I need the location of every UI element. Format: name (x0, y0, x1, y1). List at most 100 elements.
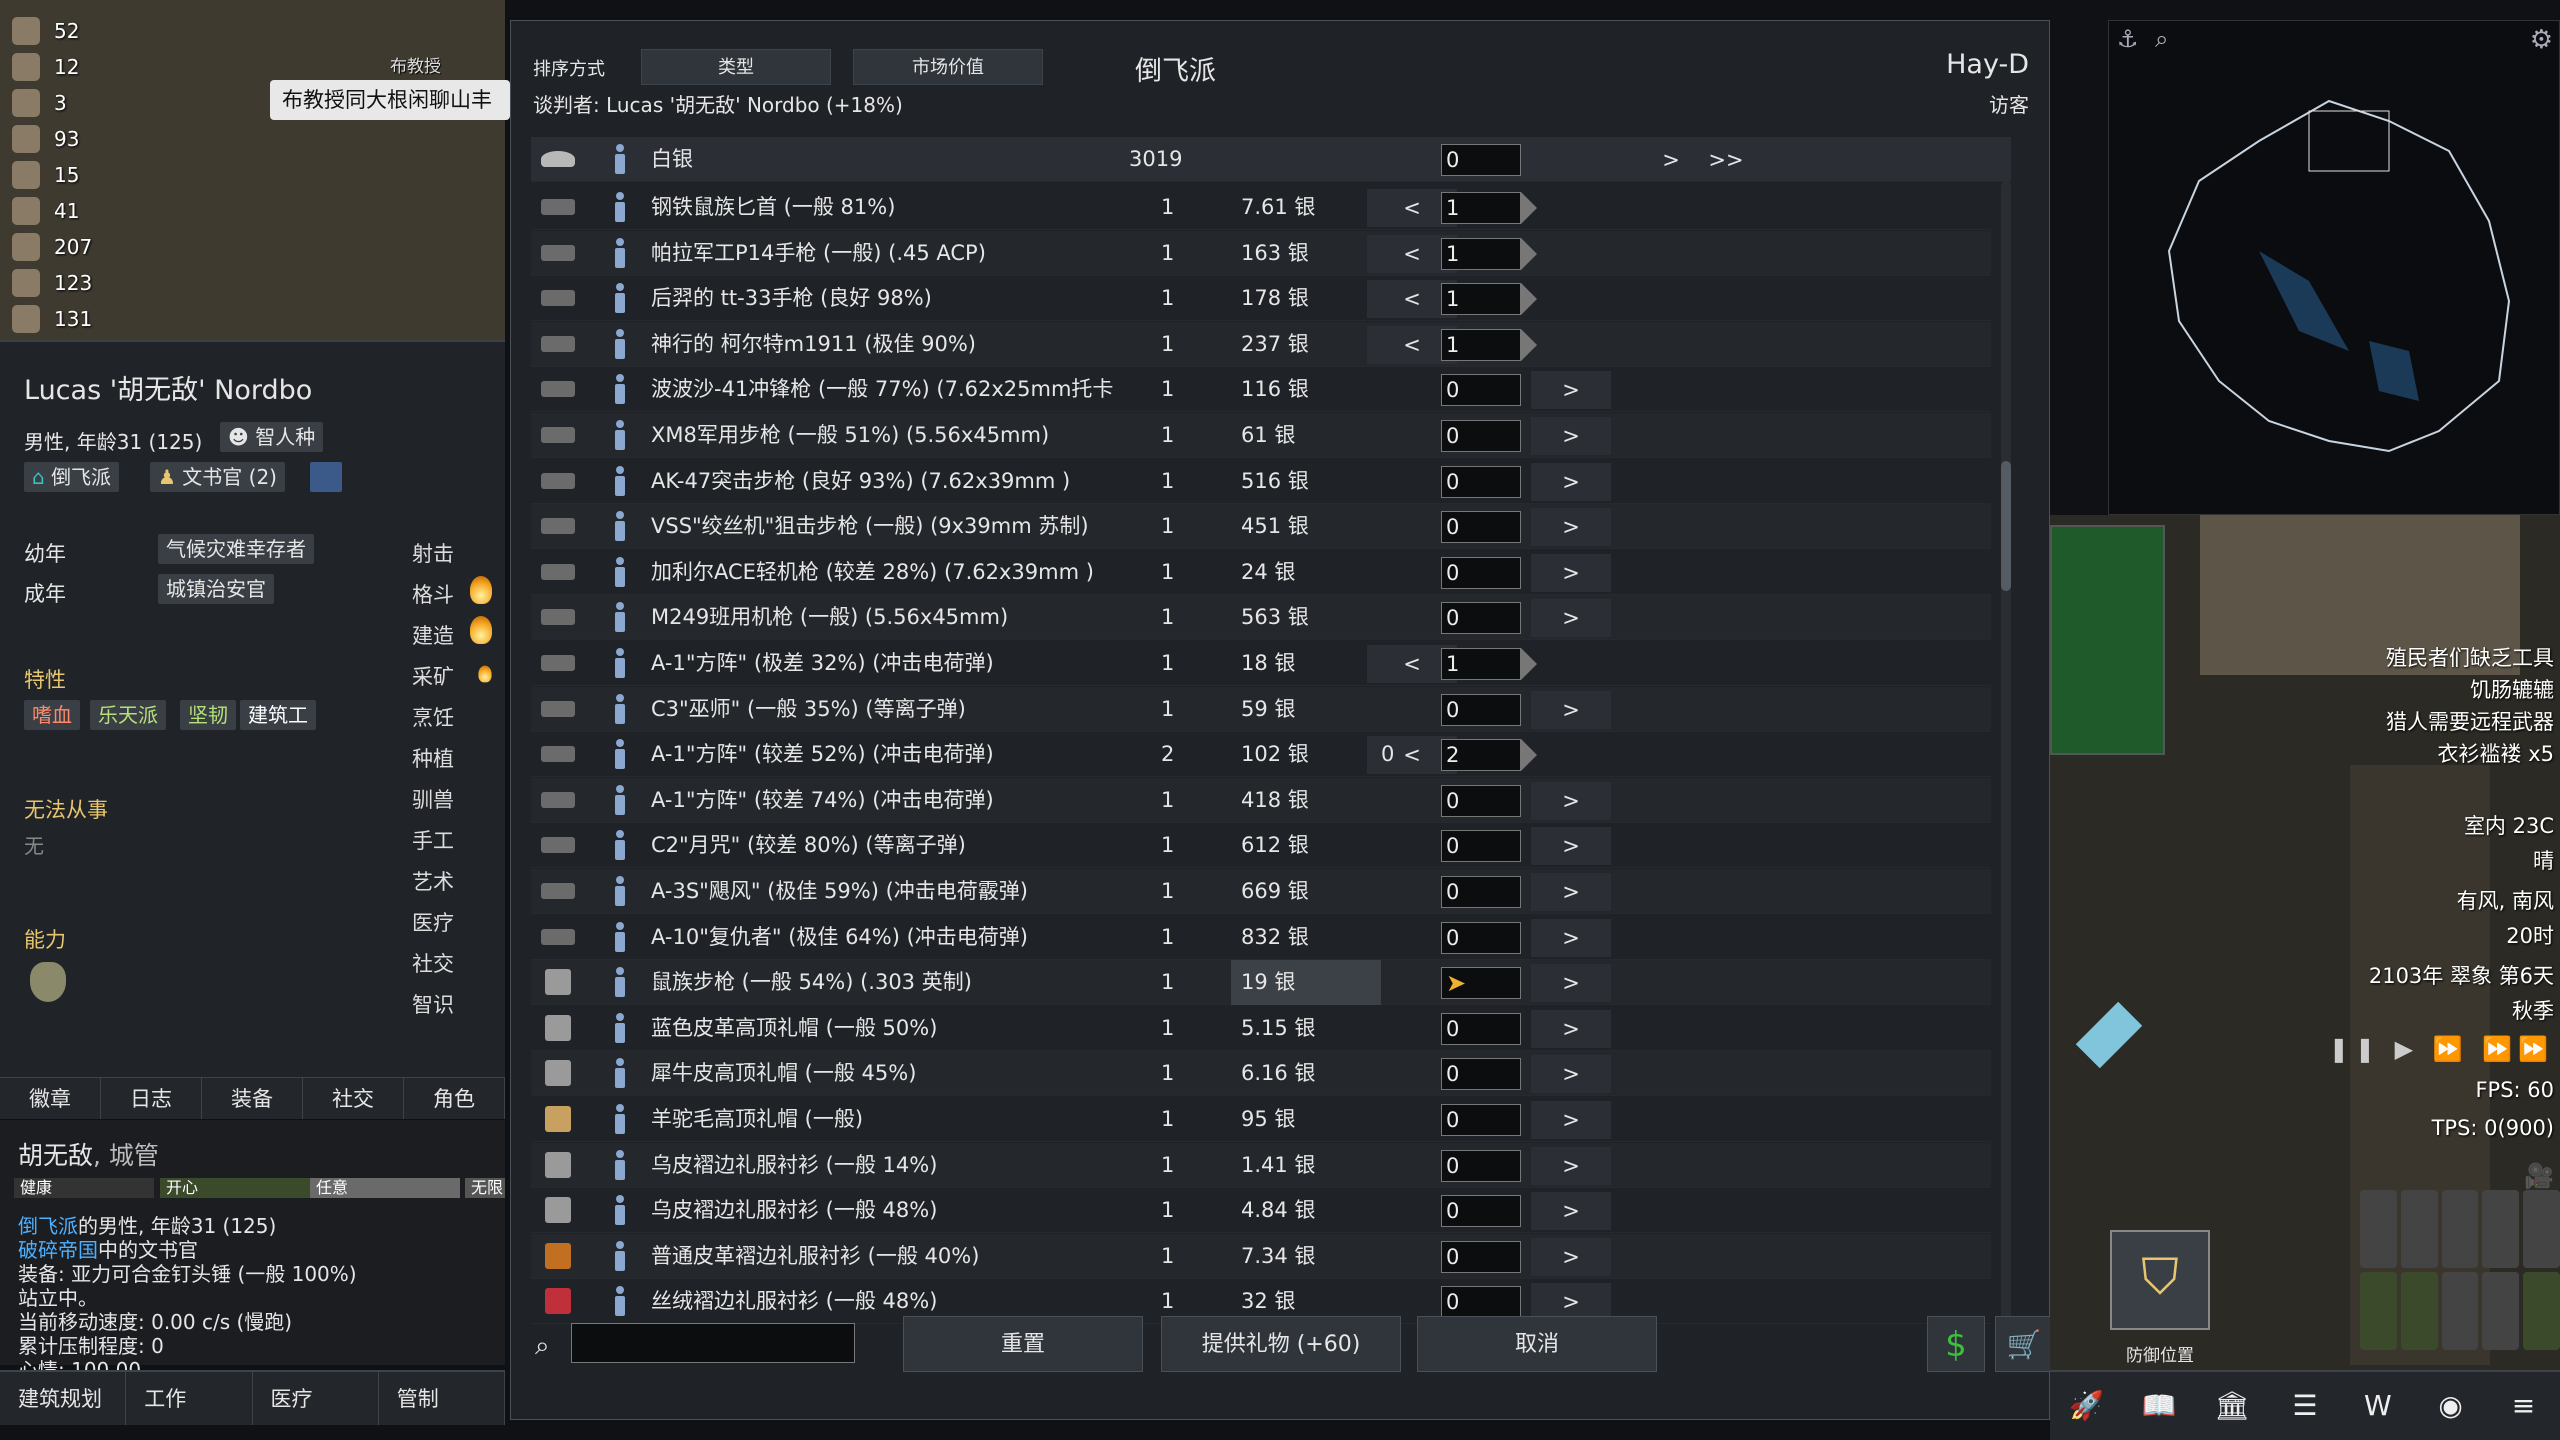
alert-item[interactable]: 衣衫褴褛 x5 (2438, 738, 2554, 768)
trade-qty-input[interactable]: 1 (1441, 237, 1521, 270)
toggle-icon[interactable] (2482, 1272, 2520, 1350)
toggle-icon[interactable] (2441, 1272, 2479, 1350)
book-icon[interactable]: 📖 (2141, 1388, 2177, 1424)
info-icon[interactable] (613, 420, 627, 450)
toggle-icon[interactable] (2400, 1272, 2438, 1350)
info-icon[interactable] (613, 1104, 627, 1134)
toggle-icon[interactable] (2482, 1190, 2520, 1268)
trait-tough[interactable]: 坚韧 (180, 700, 236, 730)
silver-input[interactable]: 0 (1441, 144, 1521, 176)
alert-item[interactable]: 猎人需要远程武器 (2386, 706, 2554, 736)
tab-character[interactable]: 角色 (404, 1078, 505, 1119)
buy-more-button[interactable]: > (1531, 1101, 1611, 1139)
area-bar[interactable]: 任意 (310, 1178, 460, 1198)
anchor-icon[interactable]: ⚓ (2117, 25, 2139, 53)
buy-more-button[interactable]: > (1531, 918, 1611, 957)
resource-row[interactable]: 52 (12, 14, 79, 48)
trade-qty-input[interactable]: 0 (1441, 374, 1521, 407)
toggle-icon[interactable] (2523, 1272, 2560, 1350)
trade-qty-input[interactable]: 0 (1441, 1240, 1521, 1273)
search-map-icon[interactable]: ⌕ (2155, 25, 2168, 53)
trade-qty-input[interactable]: 0 (1441, 420, 1521, 452)
buy-more-button[interactable]: > (1531, 599, 1611, 638)
info-icon[interactable] (613, 144, 627, 174)
trade-qty-input[interactable]: 1 (1441, 328, 1521, 361)
skill-label[interactable]: 射击 (412, 538, 454, 568)
info-icon[interactable] (613, 1149, 627, 1180)
info-icon[interactable] (613, 876, 627, 906)
info-icon[interactable] (613, 1012, 627, 1043)
cancel-button[interactable]: 取消 (1417, 1316, 1657, 1372)
buy-more-button[interactable]: > (1531, 964, 1611, 1003)
skill-label[interactable]: 格斗 (412, 579, 454, 609)
resource-row[interactable]: 131 (12, 302, 92, 336)
tab-medical[interactable]: 医疗 (253, 1372, 379, 1425)
ideology-icon[interactable]: ◉ (2433, 1388, 2469, 1424)
toggle-icon[interactable] (2523, 1190, 2560, 1268)
resource-row[interactable]: 3 (12, 86, 67, 120)
toggle-icon[interactable] (2441, 1190, 2479, 1268)
trait-builder[interactable]: 建筑工 (240, 700, 316, 730)
history-icon[interactable]: ☰ (2287, 1388, 2323, 1424)
skill-label[interactable]: 艺术 (412, 866, 454, 896)
buy-more-button[interactable]: > (1531, 508, 1611, 547)
info-icon[interactable] (613, 1286, 627, 1317)
skill-label[interactable]: 采矿 (412, 661, 454, 691)
reset-button[interactable]: 重置 (903, 1316, 1143, 1372)
defend-position-icon[interactable]: ⛉ (2110, 1230, 2210, 1330)
faction-tag[interactable]: ⌂ 倒飞派 (24, 462, 120, 492)
buy-more-button[interactable]: > (1531, 1237, 1611, 1276)
adulthood-backstory[interactable]: 城镇治安官 (158, 574, 274, 604)
trade-qty-input[interactable]: 0 (1441, 1058, 1521, 1091)
trade-scrollbar[interactable] (2001, 181, 2011, 1331)
search-input[interactable] (571, 1323, 855, 1363)
trait-optimist[interactable]: 乐天派 (90, 700, 166, 730)
info-icon[interactable] (613, 283, 627, 314)
alert-item[interactable]: 殖民者们缺乏工具 (2386, 642, 2554, 672)
skill-label[interactable]: 社交 (412, 948, 454, 978)
skill-label[interactable]: 建造 (412, 620, 454, 650)
gear-icon[interactable]: ⚙ (2530, 25, 2553, 55)
trade-qty-input[interactable]: 1 (1441, 648, 1521, 680)
toggle-icon[interactable] (2360, 1190, 2397, 1268)
info-icon[interactable] (613, 1240, 627, 1271)
health-bar[interactable]: 健康 (14, 1178, 154, 1198)
tab-gear[interactable]: 装备 (202, 1078, 303, 1119)
info-icon[interactable] (613, 693, 627, 724)
tab-architect[interactable]: 建筑规划 (0, 1372, 127, 1425)
info-icon[interactable] (613, 1195, 627, 1226)
info-icon[interactable] (613, 921, 627, 952)
info-icon[interactable] (613, 967, 627, 998)
trade-qty-input[interactable]: 0 (1441, 602, 1521, 635)
resource-row[interactable]: 123 (12, 266, 92, 300)
resource-row[interactable]: 15 (12, 158, 79, 192)
info-icon[interactable] (613, 739, 627, 770)
trade-qty-input[interactable]: 0 (1441, 556, 1521, 589)
buy-more-button[interactable]: > (1531, 873, 1611, 911)
sort-type-button[interactable]: 类型 (641, 49, 831, 85)
camera-icon[interactable]: 🎥 (2524, 1162, 2554, 1190)
alert-item[interactable]: 饥肠辘辘 (2470, 674, 2554, 704)
skill-label[interactable]: 医疗 (412, 907, 454, 937)
buy-more-button[interactable]: > (1531, 417, 1611, 455)
trade-qty-input[interactable]: 2 (1441, 739, 1521, 772)
ideo-icon[interactable] (310, 462, 342, 492)
trade-qty-input[interactable]: 1 (1441, 192, 1521, 224)
accept-trade-icon[interactable]: $ (1927, 1316, 1985, 1372)
skill-label[interactable]: 智识 (412, 989, 454, 1019)
info-icon[interactable] (613, 328, 627, 359)
race-tag[interactable]: ☻ 智人种 (220, 422, 324, 452)
childhood-backstory[interactable]: 气候灾难幸存者 (158, 534, 314, 564)
trade-qty-input[interactable]: 0 (1441, 511, 1521, 544)
psylink-icon[interactable] (30, 962, 66, 1002)
trade-qty-input[interactable]: 0 (1441, 1149, 1521, 1182)
info-icon[interactable] (613, 830, 627, 861)
buy-more-button[interactable]: > (1531, 371, 1611, 410)
speed-controls[interactable]: ❚❚ ▶ ⏩ ⏩⏩ (2329, 1035, 2554, 1063)
toggle-icon[interactable] (2400, 1190, 2438, 1268)
tab-social[interactable]: 社交 (303, 1078, 404, 1119)
world-minimap[interactable]: ⚓ ⌕ ⚙ (2108, 20, 2560, 515)
buy-more-button[interactable]: > (1531, 1009, 1611, 1048)
resource-row[interactable]: 41 (12, 194, 79, 228)
title-tag[interactable]: ♟ 文书官 (2) (150, 462, 285, 492)
